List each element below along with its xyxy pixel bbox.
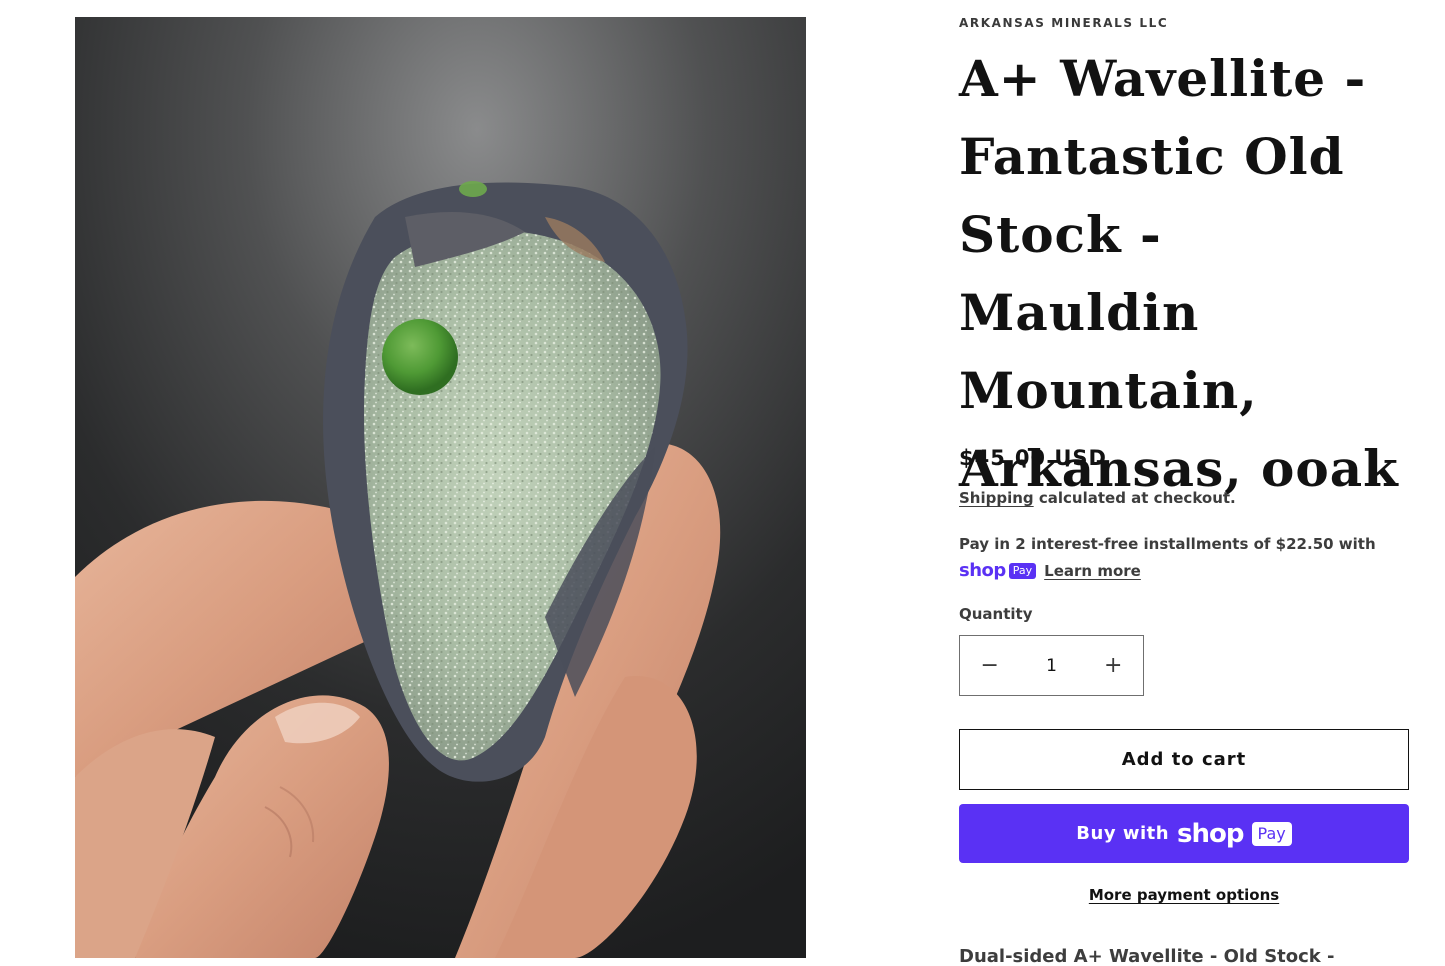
more-payment-options-link[interactable]: More payment options bbox=[1089, 886, 1279, 904]
quantity-input[interactable] bbox=[1019, 654, 1084, 677]
quantity-decrease-button[interactable]: − bbox=[960, 636, 1020, 695]
shipping-note: Shipping calculated at checkout. bbox=[959, 489, 1236, 507]
learn-more-link[interactable]: Learn more bbox=[1044, 562, 1141, 580]
add-to-cart-button[interactable]: Add to cart bbox=[959, 729, 1409, 790]
shoppay-logo-icon: shop Pay bbox=[959, 560, 1037, 581]
shoppay-installments-row: shop Pay Learn more bbox=[959, 560, 1141, 581]
quantity-increase-button[interactable]: + bbox=[1084, 636, 1144, 695]
buy-with-label: Buy with bbox=[1076, 823, 1170, 844]
shipping-note-text: calculated at checkout. bbox=[1033, 489, 1236, 507]
more-payment-options: More payment options bbox=[959, 886, 1409, 904]
shop-logo-icon: shop bbox=[1177, 818, 1244, 849]
shoppay-logo-shop: shop bbox=[959, 560, 1006, 581]
installments-text: Pay in 2 interest-free installments of $… bbox=[959, 535, 1376, 553]
product-price: $45.00 USD bbox=[959, 446, 1107, 470]
product-page: ARKANSAS MINERALS LLC A+ Wavellite - Fan… bbox=[0, 0, 1445, 966]
add-to-cart-label: Add to cart bbox=[1121, 749, 1247, 770]
quantity-stepper: − + bbox=[959, 635, 1144, 696]
shoppay-logo-pay: Pay bbox=[1008, 562, 1037, 579]
product-image[interactable] bbox=[75, 17, 806, 958]
product-description: Dual-sided A+ Wavellite - Old Stock - bbox=[959, 946, 1335, 966]
vendor-name: ARKANSAS MINERALS LLC bbox=[959, 16, 1169, 30]
product-title: A+ Wavellite - Fantastic Old Stock - Mau… bbox=[959, 49, 1399, 498]
quantity-label: Quantity bbox=[959, 605, 1033, 623]
pay-logo-icon: Pay bbox=[1251, 821, 1292, 846]
mineral-photo-illustration bbox=[75, 17, 806, 958]
buy-with-shoppay-button[interactable]: Buy with shop Pay bbox=[959, 804, 1409, 863]
minus-icon: − bbox=[980, 653, 999, 678]
plus-icon: + bbox=[1104, 653, 1123, 678]
shipping-link[interactable]: Shipping bbox=[959, 489, 1034, 507]
